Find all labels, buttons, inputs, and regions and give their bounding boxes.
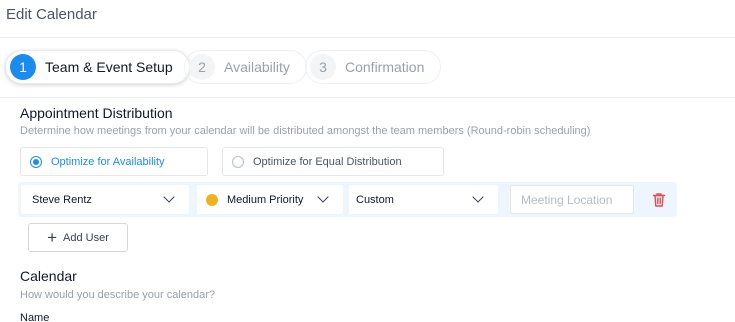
- plus-icon: +: [47, 228, 58, 247]
- trash-icon[interactable]: [652, 192, 666, 208]
- add-user-label: Add User: [63, 231, 109, 244]
- location-type-value: Custom: [356, 193, 394, 206]
- add-user-button[interactable]: + Add User: [28, 223, 128, 252]
- radio-unchecked-icon: [232, 155, 244, 168]
- calendar-section-description: How would you describe your calendar?: [20, 289, 216, 301]
- distribution-description: Determine how meetings from your calenda…: [20, 125, 591, 137]
- radio-checked-icon: [30, 155, 42, 168]
- priority-dot-icon: [206, 193, 218, 206]
- radio-optimize-availability[interactable]: Optimize for Availability: [20, 147, 208, 176]
- calendar-section-title: Calendar: [20, 268, 77, 284]
- location-type-select[interactable]: Custom: [349, 185, 498, 214]
- user-select-value: Steve Rentz: [32, 193, 92, 206]
- step-availability[interactable]: 2 Availability: [184, 50, 307, 84]
- page-title: Edit Calendar: [6, 6, 97, 23]
- step-number-1: 1: [10, 54, 36, 80]
- radio-label-availability: Optimize for Availability: [51, 155, 165, 168]
- header-bar: Edit Calendar: [0, 0, 735, 38]
- radio-label-equal: Optimize for Equal Distribution: [253, 155, 402, 168]
- step-label-2: Availability: [224, 59, 290, 75]
- team-member-row: Steve Rentz Medium Priority Custom: [18, 182, 677, 217]
- step-team-event-setup[interactable]: 1 Team & Event Setup: [5, 50, 190, 84]
- meeting-location-input[interactable]: [510, 185, 634, 214]
- step-label-1: Team & Event Setup: [45, 59, 173, 75]
- step-confirmation[interactable]: 3 Confirmation: [305, 50, 442, 84]
- name-field-label: Name: [20, 312, 50, 322]
- step-label-3: Confirmation: [345, 59, 425, 75]
- distribution-title: Appointment Distribution: [20, 105, 173, 121]
- priority-select[interactable]: Medium Priority: [197, 185, 343, 214]
- radio-optimize-equal-distribution[interactable]: Optimize for Equal Distribution: [222, 147, 444, 176]
- chevron-down-icon: [317, 191, 329, 203]
- step-number-2: 2: [189, 54, 215, 80]
- user-select[interactable]: Steve Rentz: [21, 185, 189, 214]
- priority-select-value: Medium Priority: [227, 193, 304, 206]
- stepper: 1 Team & Event Setup 2 Availability 3 Co…: [0, 38, 735, 98]
- chevron-down-icon: [163, 191, 175, 203]
- step-number-3: 3: [310, 54, 336, 80]
- chevron-down-icon: [472, 191, 484, 203]
